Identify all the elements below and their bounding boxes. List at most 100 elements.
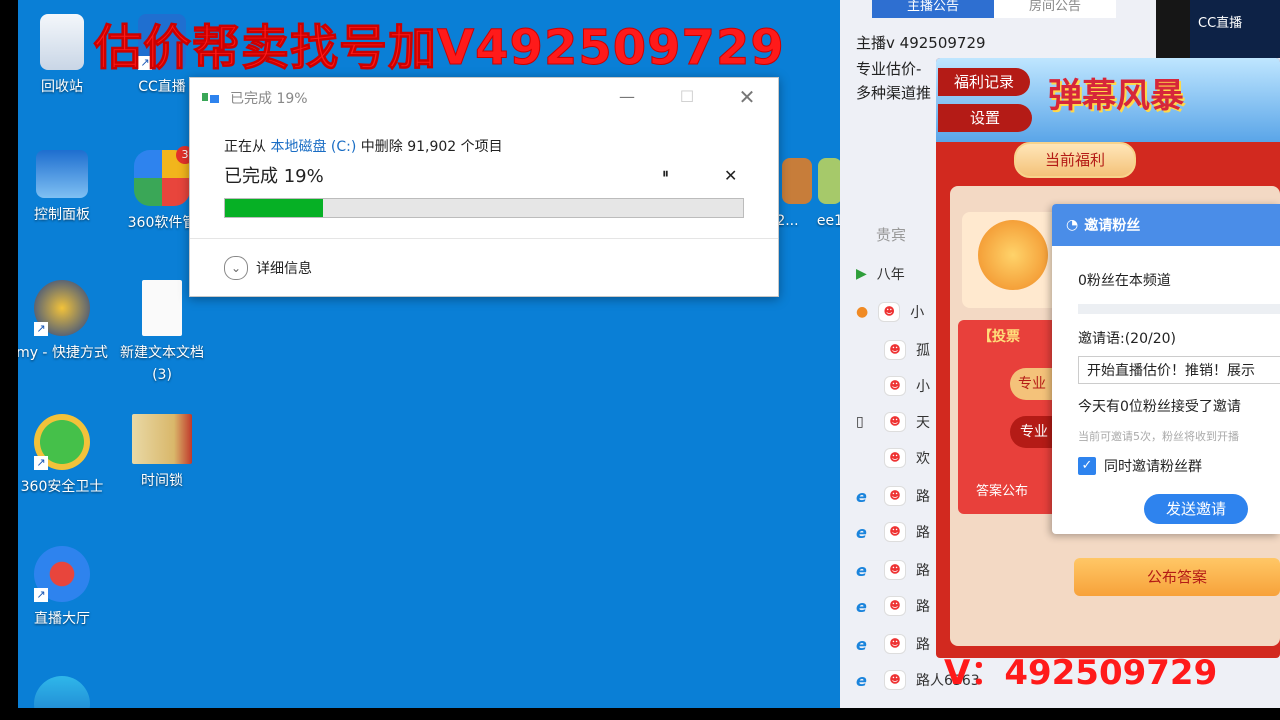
close-button[interactable]: ✕ bbox=[734, 84, 760, 110]
list-item[interactable]: e ☻ 路 bbox=[856, 482, 930, 510]
list-item[interactable]: ▶ 八年 bbox=[856, 260, 905, 288]
desktop-icon-label: 直播大厅 bbox=[34, 611, 90, 627]
list-item-name: 八年 bbox=[876, 267, 905, 283]
ie-icon: e bbox=[856, 634, 867, 654]
cc-logo: CC直播 bbox=[1198, 16, 1243, 31]
avatar: ☻ bbox=[884, 670, 906, 690]
tab-room-notice[interactable]: 房间公告 bbox=[994, 0, 1116, 18]
gift-box-icon bbox=[978, 220, 1048, 290]
ie-icon: e bbox=[856, 560, 867, 580]
avatar: ☻ bbox=[884, 486, 906, 506]
progress-bar bbox=[224, 198, 744, 218]
minimize-button[interactable]: — bbox=[614, 84, 640, 110]
list-item-name: 路 bbox=[916, 637, 930, 653]
desktop-file-glyph bbox=[782, 158, 812, 204]
edge-glyph bbox=[34, 676, 90, 708]
edge-browser-icon[interactable] bbox=[18, 676, 112, 708]
avatar: ☻ bbox=[884, 376, 906, 396]
delete-status-line: 正在从 本地磁盘 (C:) 中删除 91,902 个项目 bbox=[224, 136, 503, 156]
cc-logo-icon: ◔ bbox=[1066, 217, 1079, 233]
360-security-icon[interactable]: ↗ 360安全卫士 bbox=[18, 414, 112, 498]
overlay-banner-text: 估价帮卖找号加V492509729 bbox=[94, 20, 785, 77]
invite-message-label: 邀请语:(20/20) bbox=[1078, 331, 1176, 347]
control-panel-glyph bbox=[36, 150, 88, 198]
source-drive-link[interactable]: 本地磁盘 (C:) bbox=[270, 139, 356, 155]
tab-vip[interactable]: 贵宾 bbox=[876, 224, 906, 245]
invite-message-input[interactable]: 开始直播估价！推销！展示 bbox=[1078, 356, 1280, 384]
desktop-icon-label: CC直播 bbox=[138, 79, 186, 95]
desktop-file-glyph bbox=[818, 158, 840, 204]
shortcut-arrow-icon: ↗ bbox=[34, 588, 48, 602]
status-prefix: 正在从 bbox=[224, 139, 266, 155]
vote-card: 【投票 专业 专业 答案公布 bbox=[958, 320, 1068, 514]
overlay-contact-text: V：492509729 bbox=[944, 653, 1218, 693]
list-item[interactable]: e ☻ 路 bbox=[856, 518, 930, 546]
time-lock-icon[interactable]: 时间锁 bbox=[112, 414, 212, 492]
publish-answer-button[interactable]: 公布答案 bbox=[1074, 558, 1280, 596]
list-item[interactable]: ☻ 孤 bbox=[856, 336, 930, 364]
notice-line: 专业估价- bbox=[856, 60, 922, 78]
current-benefit-tab[interactable]: 当前福利 bbox=[1014, 142, 1136, 178]
avatar: ☻ bbox=[878, 302, 901, 322]
my-shortcut-glyph: ↗ bbox=[34, 280, 90, 336]
avatar: ☻ bbox=[884, 340, 906, 360]
phone-icon: ▯ bbox=[856, 414, 864, 430]
fans-count-text: 0粉丝在本频道 bbox=[1078, 273, 1171, 289]
location-icon: ● bbox=[856, 304, 869, 320]
my-shortcut-icon[interactable]: ↗ my - 快捷方式 bbox=[18, 280, 112, 364]
accepted-today-text: 今天有0位粉丝接受了邀请 bbox=[1078, 399, 1241, 415]
time-lock-glyph bbox=[132, 414, 192, 464]
details-toggle[interactable]: ⌄ 详细信息 bbox=[224, 256, 312, 280]
live-hall-icon[interactable]: ↗ 直播大厅 bbox=[18, 546, 112, 630]
tab-host-notice[interactable]: 主播公告 bbox=[872, 0, 994, 18]
avatar: ☻ bbox=[884, 560, 906, 580]
notice-line: 主播v 492509729 bbox=[856, 34, 986, 52]
file-operation-icon bbox=[202, 90, 220, 104]
text-document-glyph bbox=[142, 280, 182, 336]
360-security-glyph: ↗ bbox=[34, 414, 90, 470]
list-item[interactable]: e ☻ 路 bbox=[856, 630, 930, 658]
checkbox-label: 同时邀请粉丝群 bbox=[1104, 459, 1202, 475]
send-invite-button[interactable]: 发送邀请 bbox=[1144, 494, 1248, 524]
shortcut-arrow-icon: ↗ bbox=[34, 322, 48, 336]
divider bbox=[190, 238, 778, 239]
avatar: ☻ bbox=[884, 634, 906, 654]
avatar: ☻ bbox=[884, 412, 906, 432]
dialog-title: 已完成 19% bbox=[230, 91, 308, 107]
ie-icon: e bbox=[856, 670, 867, 690]
settings-button[interactable]: 设置 bbox=[938, 104, 1032, 132]
list-item[interactable]: e ☻ 路 bbox=[856, 592, 930, 620]
desktop-file-ee1-icon[interactable]: ee1 bbox=[810, 158, 840, 232]
progress-bar-fill bbox=[225, 199, 324, 217]
list-item[interactable]: e ☻ 路 bbox=[856, 556, 930, 584]
list-item-name: 天 bbox=[916, 415, 930, 431]
cancel-button[interactable]: ✕ bbox=[724, 166, 737, 185]
pause-button[interactable]: ⏸ bbox=[662, 166, 669, 182]
control-panel-icon[interactable]: 控制面板 bbox=[18, 150, 112, 226]
answer-announce-label: 答案公布 bbox=[976, 484, 1029, 499]
ie-icon: e bbox=[856, 522, 867, 542]
list-item-name: 路 bbox=[916, 525, 930, 541]
list-item-name: 小 bbox=[916, 379, 930, 395]
list-item-name: 小 bbox=[910, 305, 925, 321]
360-software-glyph: 3 bbox=[134, 146, 194, 206]
invite-title: 邀请粉丝 bbox=[1084, 218, 1141, 234]
barrage-storm-title: 弹幕风暴 bbox=[1048, 76, 1184, 116]
desktop-icon-label: my - 快捷方式 bbox=[18, 345, 108, 361]
desktop-icon-label: 时间锁 bbox=[141, 473, 183, 489]
notice-line: 多种渠道推 bbox=[856, 84, 932, 102]
maximize-button[interactable]: ☐ bbox=[674, 84, 700, 110]
play-icon: ▶ bbox=[856, 266, 867, 282]
avatar: ☻ bbox=[884, 448, 906, 468]
list-item[interactable]: ☻ 欢 bbox=[856, 444, 930, 472]
ie-icon: e bbox=[856, 486, 867, 506]
desktop-icon-label: 360安全卫士 bbox=[20, 479, 104, 495]
chevron-down-icon: ⌄ bbox=[224, 256, 248, 280]
list-item[interactable]: ☻ 小 bbox=[856, 372, 930, 400]
list-item[interactable]: ● ☻ 小 bbox=[856, 298, 924, 326]
invite-group-checkbox[interactable]: ✓ 同时邀请粉丝群 bbox=[1078, 456, 1202, 476]
list-item[interactable]: ▯ ☻ 天 bbox=[856, 408, 930, 436]
status-suffix: 中删除 91,902 个项目 bbox=[360, 139, 503, 155]
dialog-titlebar[interactable]: 已完成 19% — ☐ ✕ bbox=[190, 78, 778, 116]
welfare-records-button[interactable]: 福利记录 bbox=[938, 68, 1030, 96]
